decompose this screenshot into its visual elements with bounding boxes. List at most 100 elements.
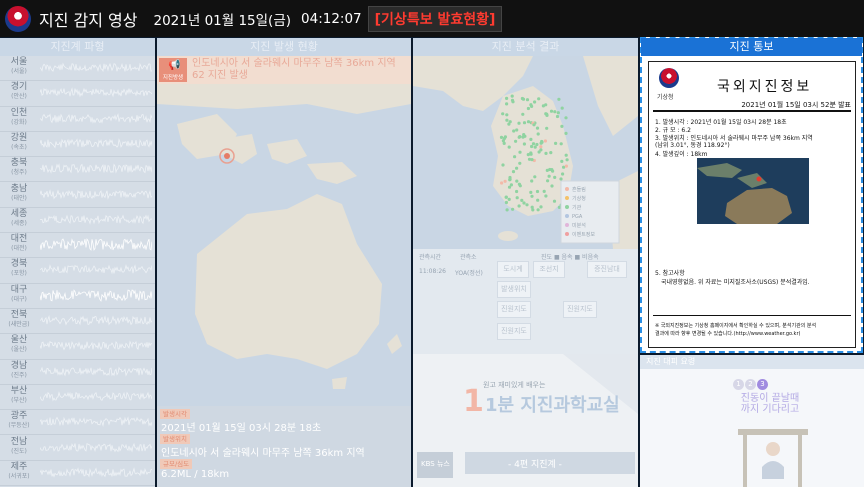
table-cell: 진원지도 (497, 323, 531, 340)
station-dot (520, 198, 524, 202)
station-sub: (진도) (11, 447, 27, 455)
eq-status-panel: 📢 지진방생 인도네시아 서 술라웨시 마무주 남쪽 36km 지역 62 지진… (157, 56, 411, 487)
station-dot (531, 142, 536, 146)
station-dot (505, 113, 509, 117)
waveform (40, 390, 152, 402)
station-sub: (울산) (11, 346, 27, 354)
doc-footnote: ※ 국외지진정보는 기상청 홈페이지에서 확인하실 수 있으며, 분석기관의 분… (655, 323, 817, 329)
station-label: 광주 (무등산) (2, 411, 36, 431)
station-sub: (새만금) (8, 321, 30, 328)
waveform (40, 264, 152, 275)
waveform (40, 62, 152, 73)
guide-steps: 123 (733, 379, 769, 390)
station-sub: (포항) (11, 270, 27, 278)
station-dot (526, 120, 531, 124)
legend-item-3: 기관 (572, 204, 582, 211)
station-dot (556, 111, 560, 115)
station-dot (526, 106, 530, 111)
station-dot (503, 179, 507, 183)
station-dot (530, 205, 534, 209)
station-dot (515, 166, 519, 170)
station-dot (505, 118, 509, 122)
station-name: 경기 (10, 82, 28, 93)
station-dot (564, 116, 568, 120)
station-dot (536, 208, 540, 212)
table-head-intensity: 진도 ■ 음속 ■ 비음속 (541, 254, 599, 261)
station-sub: (부산) (11, 396, 27, 404)
station-dot (544, 194, 548, 198)
station-dot (562, 165, 566, 169)
station-dot (522, 133, 526, 137)
doc-line: (남위 3.01°, 동경 118.92°) (655, 142, 730, 149)
guide-title: 지진 대피 요령 (640, 355, 864, 369)
seismograph-row: 제주 (서귀포) (0, 461, 155, 487)
korea-station-map[interactable]: 흔들림 기상청 기관 PGA 미분석 이벤트정보 (413, 56, 638, 249)
station-name: 울산 (10, 335, 28, 346)
station-dot (529, 137, 533, 141)
station-sub: (서귀포) (8, 472, 30, 480)
waveform (40, 112, 152, 124)
station-dot (536, 132, 540, 136)
step-badge: 1 (733, 379, 744, 390)
station-name: 충남 (10, 183, 28, 194)
station-dot (533, 100, 537, 104)
station-dot (565, 158, 569, 162)
video-title: 1분 지진과학교실 (485, 394, 620, 416)
row-time: 11:08:26 (419, 268, 446, 275)
station-label: 충북 (청주) (2, 158, 36, 178)
station-dot (517, 182, 521, 186)
station-name: 세종 (10, 208, 28, 219)
station-dot (559, 177, 563, 181)
table-head-time: 관측시간 (419, 254, 442, 261)
app-title: 지진 감지 영상 (39, 10, 138, 30)
seismograph-row: 광주 (무등산) (0, 410, 155, 436)
station-dot (533, 145, 537, 149)
epicenter-map[interactable] (157, 84, 411, 406)
station-label: 전북 (새만금) (2, 310, 36, 330)
seismograph-row: 부산 (부산) (0, 385, 155, 411)
station-dot (545, 126, 549, 130)
table-cell: 발생위치 (497, 281, 531, 298)
station-dot (546, 179, 550, 183)
station-dot (548, 167, 552, 172)
station-dot (553, 110, 557, 114)
seismograph-row: 강원 (속초) (0, 132, 155, 158)
station-dot (518, 150, 522, 154)
doc-map (697, 158, 809, 224)
station-dot (564, 164, 568, 168)
station-dot (553, 175, 557, 179)
eq-banner-line2: 62 지진 발생 (192, 70, 248, 81)
station-dot (560, 124, 564, 128)
station-sub: (세종) (11, 219, 27, 227)
station-dot (525, 98, 530, 102)
table-cell: 증진남대 (587, 261, 627, 278)
station-dot (557, 97, 561, 101)
station-dot (537, 97, 541, 101)
weather-alert-button[interactable]: [기상특보 발효현황] (367, 5, 503, 32)
table-head-station: 관측소 (460, 254, 477, 261)
science-class-video[interactable]: 원고 재미있게 배우는 1 1분 지진과학교실 - 4편 지진계 - KBS 뉴… (413, 354, 638, 487)
waveform (40, 288, 152, 302)
station-dot (564, 131, 568, 135)
station-dot (504, 200, 508, 205)
station-dot (522, 121, 527, 125)
station-dot (547, 174, 551, 178)
seismograph-row: 경기 (안산) (0, 81, 155, 107)
seismograph-row: 대구 (대구) (0, 284, 155, 309)
station-label: 경북 (포항) (2, 259, 36, 279)
station-dot (515, 128, 519, 132)
station-name: 부산 (10, 385, 28, 396)
station-sub: (대구) (11, 295, 27, 303)
analysis-panel: 흔들림 기상청 기관 PGA 미분석 이벤트정보 관측시간 관측소 진도 ■ 음… (413, 56, 638, 487)
legend-item-4: PGA (572, 214, 583, 220)
station-sub: (대전) (11, 245, 27, 253)
waveform (40, 315, 152, 326)
station-dot (554, 141, 558, 145)
station-dot (505, 96, 509, 100)
doc-divider (653, 315, 851, 316)
station-dot (530, 158, 534, 162)
station-dot (517, 204, 521, 208)
seismograph-row: 전북 (새만금) (0, 309, 155, 335)
doc-title: 국외지진정보 (717, 79, 813, 95)
station-dot (521, 97, 526, 101)
